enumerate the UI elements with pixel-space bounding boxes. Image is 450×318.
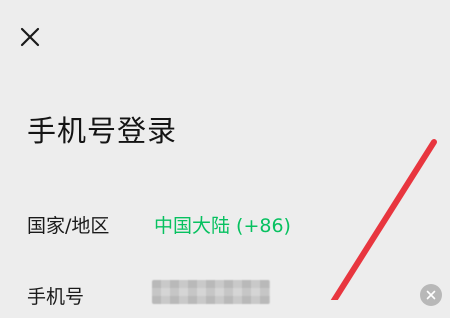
phone-input[interactable] bbox=[150, 276, 274, 318]
region-selector[interactable]: 中国大陆 (+86) bbox=[154, 211, 291, 238]
annotation-slash bbox=[330, 139, 437, 300]
clear-button[interactable] bbox=[420, 284, 442, 306]
clear-icon bbox=[426, 290, 436, 300]
close-icon bbox=[20, 27, 40, 47]
phone-label: 手机号 bbox=[27, 286, 85, 308]
page-title: 手机号登录 bbox=[27, 114, 178, 148]
region-label: 国家/地区 bbox=[27, 215, 110, 237]
close-button[interactable] bbox=[14, 22, 46, 52]
